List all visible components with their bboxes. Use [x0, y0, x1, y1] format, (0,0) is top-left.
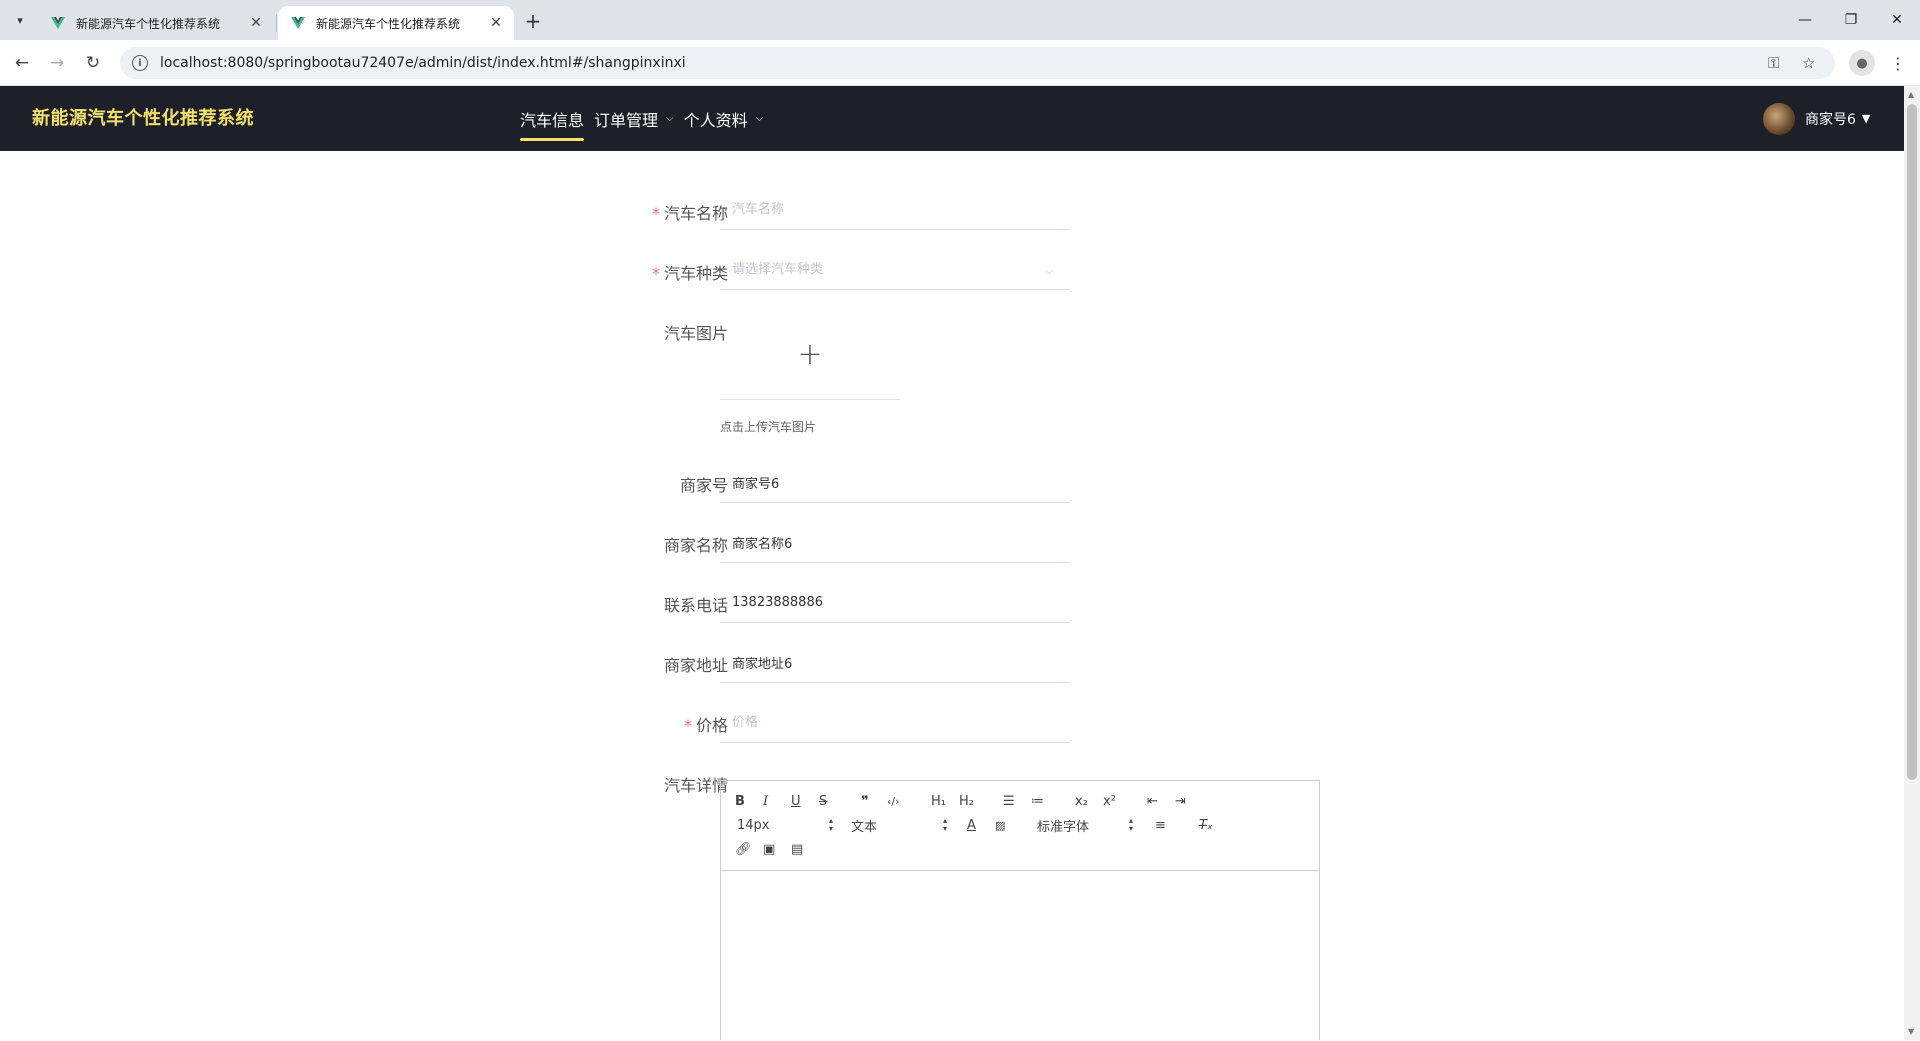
url-text: localhost:8080/springbootau72407e/admin/… — [160, 55, 686, 71]
car-detail-label: 汽车详情 — [663, 776, 728, 795]
upload-tip: 点击上传汽车图片 — [720, 420, 817, 434]
header-1-icon[interactable]: H₁ — [931, 791, 946, 811]
link-icon[interactable]: 🔗︎ — [735, 839, 752, 859]
user-menu[interactable]: 商家号6 ▼ — [1763, 86, 1870, 151]
updown-icon: ▴ ▾ — [1128, 816, 1133, 833]
chevron-down-icon: ⌵ — [1045, 264, 1054, 277]
phone-input[interactable] — [720, 583, 1070, 623]
nav-personal-info[interactable]: 个人资料 ⌵ — [684, 86, 764, 151]
chevron-down-icon: ⌵ — [666, 113, 674, 124]
align-icon[interactable]: ≡ — [1155, 815, 1166, 835]
text-color-icon[interactable]: A — [967, 815, 976, 835]
indent-icon[interactable]: ⇥ — [1175, 791, 1186, 811]
merchant-address-input[interactable] — [720, 643, 1070, 683]
merchant-address-label: 商家地址 — [663, 656, 728, 675]
bookmark-star-icon[interactable]: ☆ — [1802, 47, 1815, 79]
browser-tab-bar: ▾ 新能源汽车个性化推荐系统 ✕ 新能源汽车个性化推荐系统 ✕ + — ❐ ✕ — [0, 0, 1920, 40]
tab-close-icon[interactable]: ✕ — [248, 15, 264, 31]
scroll-down-icon[interactable]: ▼ — [1908, 1027, 1914, 1036]
bold-icon[interactable]: B — [735, 791, 745, 811]
rich-text-editor: B I U S ❞ ‹/› H₁ H₂ ☰ ≔ x₂ x² ⇤ ⇥ 14px ▴… — [720, 780, 1320, 1040]
font-family-select[interactable]: 标准字体 ▴ ▾ — [1037, 815, 1133, 835]
subscript-icon[interactable]: x₂ — [1075, 791, 1088, 811]
phone-label: 联系电话 — [663, 596, 728, 615]
strikethrough-icon[interactable]: S — [819, 791, 827, 811]
video-icon[interactable]: ▤ — [791, 839, 803, 859]
page-scrollbar[interactable]: ▲ ▼ — [1904, 86, 1920, 1040]
new-tab-icon[interactable]: + — [520, 8, 546, 34]
background-color-icon[interactable]: ▨ — [995, 815, 1005, 835]
main-nav: 汽车信息 订单管理 ⌵ 个人资料 ⌵ — [520, 86, 773, 151]
avatar — [1763, 102, 1795, 135]
app-header: 新能源汽车个性化推荐系统 汽车信息 订单管理 ⌵ 个人资料 ⌵ 商家号6 ▼ — [0, 86, 1904, 151]
header-select[interactable]: 文本 ▴ ▾ — [851, 815, 947, 835]
updown-icon: ▴ ▾ — [828, 816, 833, 833]
password-key-icon[interactable]: ⚿ — [1768, 47, 1779, 79]
font-size-select[interactable]: 14px ▴ ▾ — [737, 815, 833, 835]
user-name: 商家号6 — [1805, 111, 1856, 128]
url-bar[interactable]: i localhost:8080/springbootau72407e/admi… — [120, 47, 1835, 79]
site-info-icon[interactable]: i — [132, 55, 148, 71]
forward-icon[interactable]: → — [44, 50, 70, 76]
bullet-list-icon[interactable]: ≔ — [1031, 791, 1044, 811]
outdent-icon[interactable]: ⇤ — [1147, 791, 1158, 811]
merchant-name-input[interactable] — [720, 523, 1070, 563]
ordered-list-icon[interactable]: ☰ — [1003, 791, 1015, 811]
restore-icon[interactable]: ❐ — [1828, 8, 1874, 32]
address-toolbar: ← → ↻ i localhost:8080/springbootau72407… — [0, 40, 1920, 86]
merchant-name-label: 商家名称 — [663, 536, 728, 555]
nav-label: 汽车信息 — [520, 110, 585, 130]
clear-format-icon[interactable]: T̶ₓ — [1199, 815, 1213, 835]
scrollbar-thumb[interactable] — [1907, 104, 1917, 780]
back-icon[interactable]: ← — [9, 50, 35, 76]
nav-order-management[interactable]: 订单管理 ⌵ — [594, 86, 674, 151]
blockquote-icon[interactable]: ❞ — [861, 791, 869, 811]
car-type-label: * 汽车种类 — [651, 264, 728, 283]
tab-title: 新能源汽车个性化推荐系统 — [76, 16, 221, 31]
tab-close-icon[interactable]: ✕ — [488, 15, 504, 31]
underline-icon[interactable]: U — [791, 791, 801, 811]
reload-icon[interactable]: ↻ — [80, 50, 106, 76]
editor-content-area[interactable] — [721, 871, 1319, 1041]
italic-icon[interactable]: I — [763, 791, 768, 811]
required-mark: * — [683, 716, 692, 735]
nav-label: 个人资料 — [683, 110, 748, 130]
merchant-no-input[interactable] — [720, 463, 1070, 503]
tab-search-dropdown-icon[interactable]: ▾ — [8, 8, 32, 32]
code-block-icon[interactable]: ‹/› — [887, 791, 900, 811]
car-type-select[interactable] — [720, 250, 1070, 290]
tab-title: 新能源汽车个性化推荐系统 — [316, 16, 461, 31]
updown-icon: ▴ ▾ — [942, 816, 947, 833]
minimize-icon[interactable]: — — [1782, 8, 1828, 32]
browser-menu-icon[interactable]: ⋮ — [1888, 50, 1908, 76]
car-name-input[interactable] — [720, 190, 1070, 230]
editor-toolbar: B I U S ❞ ‹/› H₁ H₂ ☰ ≔ x₂ x² ⇤ ⇥ 14px ▴… — [721, 781, 1319, 871]
vue-logo-icon — [291, 17, 305, 29]
app-title: 新能源汽车个性化推荐系统 — [32, 108, 254, 129]
chevron-down-icon: ⌵ — [755, 113, 764, 124]
header-2-icon[interactable]: H₂ — [959, 791, 974, 811]
plus-icon: + — [797, 337, 823, 372]
image-icon[interactable]: ▣ — [763, 839, 775, 859]
tab-divider — [276, 14, 277, 32]
nav-car-info[interactable]: 汽车信息 — [520, 86, 585, 151]
required-mark: * — [651, 264, 660, 283]
car-name-label: * 汽车名称 — [651, 204, 728, 223]
caret-down-icon: ▼ — [1861, 112, 1871, 125]
browser-tab-active[interactable]: 新能源汽车个性化推荐系统 ✕ — [278, 6, 514, 40]
superscript-icon[interactable]: x² — [1103, 791, 1116, 811]
vue-logo-icon — [51, 17, 65, 29]
nav-label: 订单管理 — [594, 110, 659, 130]
car-image-label: 汽车图片 — [663, 324, 728, 343]
browser-tab[interactable]: 新能源汽车个性化推荐系统 ✕ — [38, 6, 274, 40]
price-input[interactable] — [720, 703, 1070, 743]
required-mark: * — [651, 204, 660, 223]
profile-icon[interactable]: ● — [1849, 50, 1875, 76]
scroll-up-icon[interactable]: ▲ — [1908, 90, 1914, 99]
image-upload-button[interactable]: + — [720, 310, 900, 400]
window-close-icon[interactable]: ✕ — [1874, 8, 1920, 32]
